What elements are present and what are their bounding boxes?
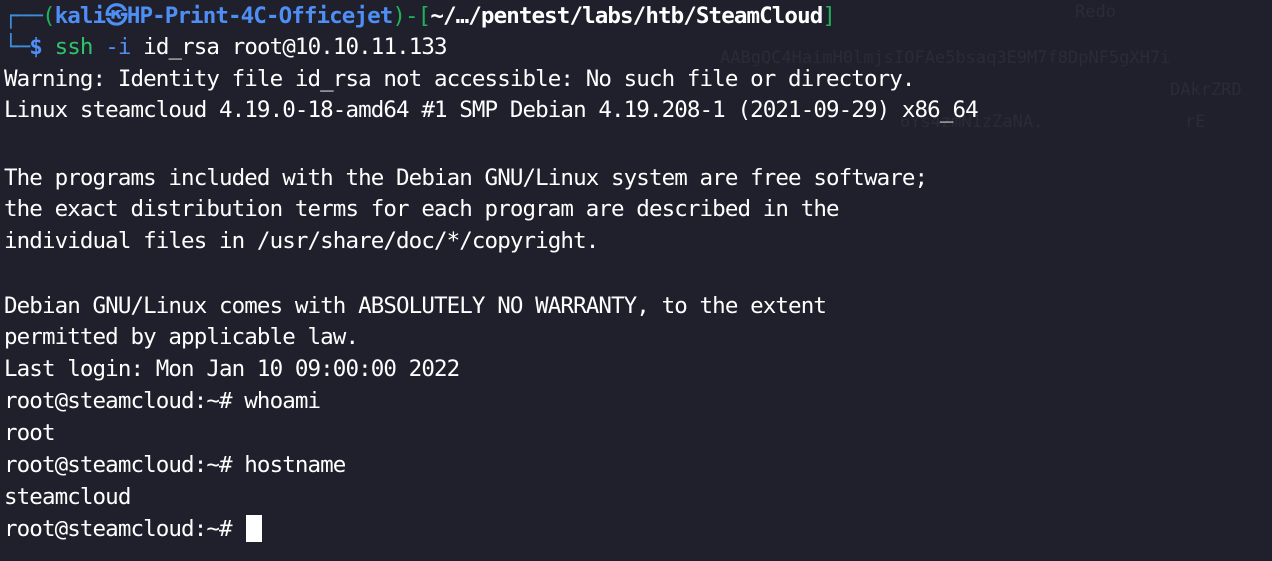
output-line: permitted by applicable law. <box>4 324 359 350</box>
output-line: root <box>4 420 55 446</box>
active-prompt-line[interactable]: root@steamcloud:~# <box>4 514 263 545</box>
output-line: Warning: Identity file id_rsa not access… <box>4 66 915 92</box>
command-name: ssh <box>54 34 94 60</box>
shell-prompt-line: root@steamcloud:~# hostname <box>4 452 346 478</box>
background-ghost-text: rE <box>1185 112 1206 132</box>
output-line: steamcloud <box>4 484 131 510</box>
command-args: id_rsa root@10.10.11.133 <box>143 34 447 60</box>
text-cursor[interactable] <box>246 515 263 542</box>
output-line: The programs included with the Debian GN… <box>4 165 928 191</box>
command-line: └─$ ssh -i id_rsa root@10.10.11.133 <box>4 32 448 63</box>
output-line: the exact distribution terms for each pr… <box>4 196 840 222</box>
terminal-window[interactable]: Redo AABgQC4HaimH0lmjsIOFAe5bsaq3E9M7f8D… <box>0 0 1272 561</box>
shell-prompt: root@steamcloud:~# <box>4 516 245 542</box>
output-line: Debian GNU/Linux comes with ABSOLUTELY N… <box>4 293 827 319</box>
background-ghost-text: Redo <box>1075 2 1116 22</box>
prompt-corner-top: ┌── <box>4 3 43 29</box>
prompt-at-icon: ㉿ <box>105 3 127 29</box>
output-line: Last login: Mon Jan 10 09:00:00 2022 <box>4 356 460 382</box>
output-line: individual files in /usr/share/doc/*/cop… <box>4 228 599 254</box>
command-flag: -i <box>105 34 131 60</box>
prompt-host: HP-Print-4C-Officejet <box>126 3 393 29</box>
prompt-corner-bottom: └─ <box>4 34 30 60</box>
prompt-close-paren: )-[ <box>392 3 431 29</box>
prompt-header-line: ┌──(kali㉿HP-Print-4C-Officejet)-[~/…/pen… <box>4 1 836 32</box>
shell-prompt-line: root@steamcloud:~# whoami <box>4 388 321 414</box>
prompt-path: ~/…/pentest/labs/htb/SteamCloud <box>430 3 823 29</box>
prompt-close-bracket: ] <box>822 3 836 29</box>
prompt-dollar: $ <box>29 34 43 60</box>
background-ghost-text: DAkrZRD <box>1170 80 1242 100</box>
prompt-open-paren: ( <box>41 3 56 29</box>
output-line: Linux steamcloud 4.19.0-18-amd64 #1 SMP … <box>4 97 979 123</box>
prompt-user: kali <box>54 3 106 29</box>
